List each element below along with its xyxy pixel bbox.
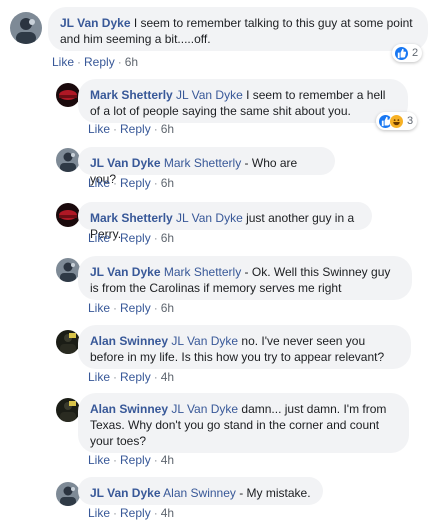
reaction-count: 2 <box>412 47 419 59</box>
mention-link[interactable]: JL Van Dyke <box>176 88 243 102</box>
like-link[interactable]: Like <box>88 453 110 467</box>
comment-author[interactable]: Mark Shetterly <box>90 88 173 102</box>
comment-bubble: JL Van Dyke Mark Shetterly - Who are you… <box>78 147 335 186</box>
jl-van-dyke-avatar[interactable] <box>10 12 42 44</box>
jl-van-dyke-avatar[interactable] <box>56 148 80 172</box>
comment-actions: Like · Reply · 4h <box>88 506 174 520</box>
comment-actions: Like · Reply · 6h <box>88 122 174 136</box>
comment-actions: Like · Reply · 6h <box>88 176 174 190</box>
mention-link[interactable]: JL Van Dyke <box>171 402 238 416</box>
haha-icon <box>389 113 404 129</box>
dot-separator: · <box>153 506 158 520</box>
comment-actions: Like · Reply · 4h <box>88 453 174 467</box>
comment-author[interactable]: Mark Shetterly <box>90 211 173 225</box>
like-link[interactable]: Like <box>52 55 74 69</box>
comment-author[interactable]: Alan Swinney <box>90 402 168 416</box>
reaction-summary[interactable]: 2 <box>392 44 423 62</box>
comment-bubble: Mark Shetterly JL Van Dyke just another … <box>78 202 372 241</box>
dot-separator: · <box>113 122 118 136</box>
dot-separator: · <box>153 176 158 190</box>
comment-author[interactable]: Alan Swinney <box>90 334 168 348</box>
jl-van-dyke-avatar[interactable] <box>56 258 80 282</box>
reply-link[interactable]: Reply <box>120 370 151 384</box>
dot-separator: · <box>153 370 158 384</box>
comment-bubble: JL Van Dyke Alan Swinney - My mistake. <box>78 477 323 505</box>
comment-time[interactable]: 6h <box>161 122 174 136</box>
comment-bubble: Mark Shetterly JL Van Dyke I seem to rem… <box>78 79 408 123</box>
dot-separator: · <box>113 176 118 190</box>
alan-swinney-avatar[interactable] <box>56 330 80 354</box>
like-link[interactable]: Like <box>88 301 110 315</box>
like-icon <box>394 45 409 61</box>
comment-time[interactable]: 6h <box>125 55 138 69</box>
comment-bubble: Alan Swinney JL Van Dyke damn... just da… <box>78 393 409 453</box>
mention-link[interactable]: JL Van Dyke <box>176 211 243 225</box>
dot-separator: · <box>113 453 118 467</box>
comment-text: - My mistake. <box>235 486 311 500</box>
dot-separator: · <box>77 55 82 69</box>
comment-bubble: JL Van Dyke I seem to remember talking t… <box>48 7 428 51</box>
reply-link[interactable]: Reply <box>120 231 151 245</box>
comment-bubble: JL Van Dyke Mark Shetterly - Ok. Well th… <box>78 256 412 300</box>
dot-separator: · <box>113 301 118 315</box>
comment-author[interactable]: JL Van Dyke <box>90 265 161 279</box>
dot-separator: · <box>153 122 158 136</box>
dot-separator: · <box>113 506 118 520</box>
comment-author[interactable]: JL Van Dyke <box>90 156 161 170</box>
comment-actions: Like · Reply · 6h <box>88 301 174 315</box>
mark-shetterly-avatar[interactable] <box>56 83 80 107</box>
alan-swinney-avatar[interactable] <box>56 398 80 422</box>
dot-separator: · <box>153 231 158 245</box>
comment-author[interactable]: JL Van Dyke <box>90 486 161 500</box>
comment-time[interactable]: 6h <box>161 176 174 190</box>
reply-link[interactable]: Reply <box>120 176 151 190</box>
like-link[interactable]: Like <box>88 506 110 520</box>
dot-separator: · <box>113 231 118 245</box>
comment-actions: Like · Reply · 6h <box>52 55 138 69</box>
mention-link[interactable]: Mark Shetterly <box>164 265 241 279</box>
comment-time[interactable]: 4h <box>161 506 174 520</box>
comment-time[interactable]: 6h <box>161 231 174 245</box>
reply-link[interactable]: Reply <box>120 453 151 467</box>
comment-actions: Like · Reply · 4h <box>88 370 174 384</box>
comment-author[interactable]: JL Van Dyke <box>60 16 131 30</box>
reply-link[interactable]: Reply <box>120 506 151 520</box>
like-link[interactable]: Like <box>88 176 110 190</box>
comment-time[interactable]: 4h <box>161 370 174 384</box>
mention-link[interactable]: JL Van Dyke <box>171 334 238 348</box>
mark-shetterly-avatar[interactable] <box>56 203 80 227</box>
comment-bubble: Alan Swinney JL Van Dyke no. I've never … <box>78 325 411 369</box>
dot-separator: · <box>153 301 158 315</box>
reply-link[interactable]: Reply <box>120 301 151 315</box>
reaction-count: 3 <box>407 115 414 127</box>
comment-time[interactable]: 4h <box>161 453 174 467</box>
reply-link[interactable]: Reply <box>84 55 115 69</box>
like-link[interactable]: Like <box>88 370 110 384</box>
comment-time[interactable]: 6h <box>161 301 174 315</box>
jl-van-dyke-avatar[interactable] <box>56 482 80 506</box>
like-link[interactable]: Like <box>88 231 110 245</box>
mention-link[interactable]: Alan Swinney <box>163 486 236 500</box>
reaction-summary[interactable]: 3 <box>376 112 418 130</box>
mention-link[interactable]: Mark Shetterly <box>164 156 241 170</box>
dot-separator: · <box>117 55 122 69</box>
dot-separator: · <box>113 370 118 384</box>
reply-link[interactable]: Reply <box>120 122 151 136</box>
dot-separator: · <box>153 453 158 467</box>
like-link[interactable]: Like <box>88 122 110 136</box>
comment-actions: Like · Reply · 6h <box>88 231 174 245</box>
